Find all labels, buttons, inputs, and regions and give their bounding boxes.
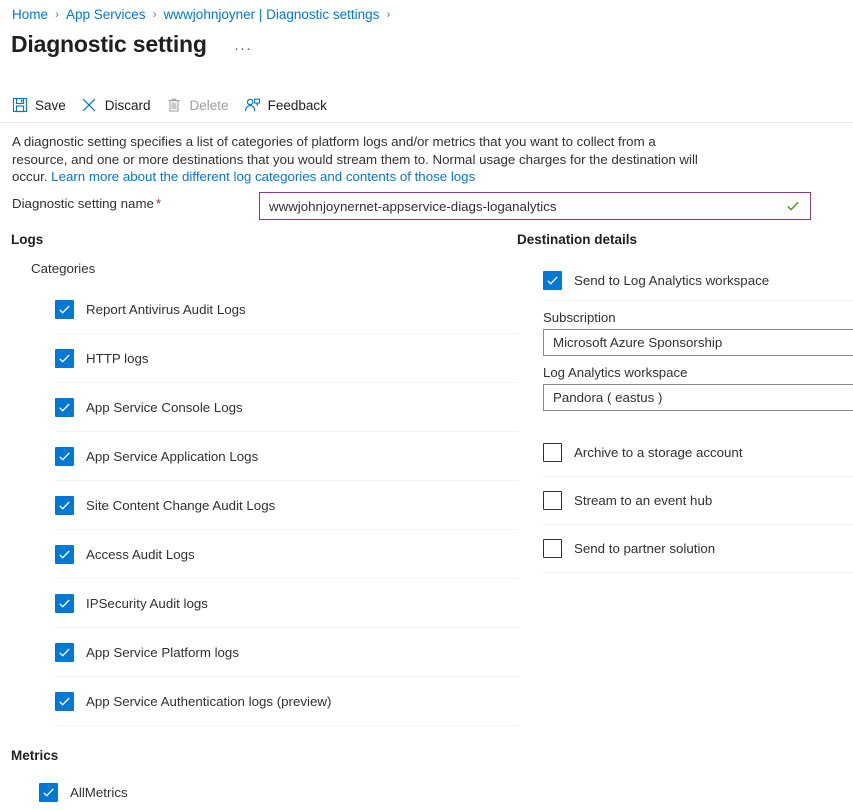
trash-icon bbox=[166, 97, 183, 114]
checkbox-row-ipsecurity-audit-logs[interactable]: IPSecurity Audit logs bbox=[55, 579, 519, 628]
checkbox-row-send-to-log-analytics[interactable]: Send to Log Analytics workspace bbox=[543, 261, 853, 301]
command-bar-divider bbox=[0, 122, 853, 123]
subscription-label: Subscription bbox=[543, 310, 853, 325]
destination-details-title: Destination details bbox=[517, 232, 853, 247]
delete-button: Delete bbox=[166, 92, 231, 118]
checkbox-row-site-content-change-audit-logs[interactable]: Site Content Change Audit Logs bbox=[55, 481, 519, 530]
checkbox-report-antivirus-audit-logs[interactable] bbox=[55, 300, 74, 319]
checkbox-archive-to-a-storage-account[interactable] bbox=[543, 443, 562, 462]
checkbox-row-allmetrics[interactable]: AllMetrics bbox=[39, 777, 519, 807]
logs-categories-label: Categories bbox=[31, 261, 511, 276]
breadcrumb-item-diagnostic-settings[interactable]: wwwjohnjoyner | Diagnostic settings bbox=[164, 7, 380, 22]
more-options-button[interactable]: ··· bbox=[230, 38, 256, 59]
name-label-text: Diagnostic setting name bbox=[12, 196, 154, 211]
spacer bbox=[517, 411, 853, 429]
destination-primary-list: Send to Log Analytics workspace bbox=[543, 261, 853, 301]
subscription-field: Subscription Microsoft Azure Sponsorship bbox=[543, 310, 853, 356]
checkbox-stream-to-an-event-hub[interactable] bbox=[543, 491, 562, 510]
checkbox-site-content-change-audit-logs[interactable] bbox=[55, 496, 74, 515]
checkbox-label-allmetrics: AllMetrics bbox=[70, 785, 128, 800]
checkbox-app-service-platform-logs[interactable] bbox=[55, 643, 74, 662]
close-x-icon bbox=[81, 97, 98, 114]
logs-panel: Logs Categories Report Antivirus Audit L… bbox=[11, 232, 511, 807]
learn-more-link[interactable]: Learn more about the different log categ… bbox=[51, 169, 475, 184]
metrics-section-title: Metrics bbox=[11, 748, 511, 763]
log-analytics-workspace-field: Log Analytics workspace Pandora ( eastus… bbox=[543, 365, 853, 411]
feedback-button[interactable]: Feedback bbox=[244, 92, 329, 118]
checkbox-label-report-antivirus-audit-logs: Report Antivirus Audit Logs bbox=[86, 302, 246, 317]
subscription-dropdown[interactable]: Microsoft Azure Sponsorship bbox=[543, 329, 853, 356]
checkbox-label-app-service-authentication-logs-preview: App Service Authentication logs (preview… bbox=[86, 694, 331, 709]
log-analytics-workspace-value: Pandora ( eastus ) bbox=[553, 390, 662, 405]
checkbox-label-app-service-application-logs: App Service Application Logs bbox=[86, 449, 258, 464]
checkmark-validation-icon bbox=[782, 199, 810, 213]
checkbox-send-to-log-analytics[interactable] bbox=[543, 271, 562, 290]
log-analytics-workspace-dropdown[interactable]: Pandora ( eastus ) bbox=[543, 384, 853, 411]
checkbox-ipsecurity-audit-logs[interactable] bbox=[55, 594, 74, 613]
breadcrumb: Home › App Services › wwwjohnjoyner | Di… bbox=[12, 4, 397, 24]
command-bar: Save Discard Delete Fee bbox=[11, 92, 342, 118]
checkbox-row-app-service-platform-logs[interactable]: App Service Platform logs bbox=[55, 628, 519, 677]
checkbox-label-stream-to-an-event-hub: Stream to an event hub bbox=[574, 493, 712, 508]
checkbox-row-access-audit-logs[interactable]: Access Audit Logs bbox=[55, 530, 519, 579]
breadcrumb-item-home[interactable]: Home bbox=[12, 7, 48, 22]
required-marker: * bbox=[156, 196, 161, 211]
checkbox-http-logs[interactable] bbox=[55, 349, 74, 368]
breadcrumb-chevron-icon: › bbox=[386, 7, 390, 21]
checkbox-label-ipsecurity-audit-logs: IPSecurity Audit logs bbox=[86, 596, 208, 611]
checkbox-label-app-service-platform-logs: App Service Platform logs bbox=[86, 645, 239, 660]
checkbox-send-to-partner-solution[interactable] bbox=[543, 539, 562, 558]
breadcrumb-chevron-icon: › bbox=[55, 7, 59, 21]
checkbox-label-app-service-console-logs: App Service Console Logs bbox=[86, 400, 243, 415]
checkbox-row-stream-to-an-event-hub[interactable]: Stream to an event hub bbox=[543, 477, 853, 525]
diagnostic-setting-name-row: Diagnostic setting name* bbox=[12, 192, 812, 220]
delete-button-label: Delete bbox=[190, 98, 229, 113]
checkbox-label-site-content-change-audit-logs: Site Content Change Audit Logs bbox=[86, 498, 275, 513]
destination-details-panel: Destination details Send to Log Analytic… bbox=[517, 232, 853, 573]
checkbox-row-http-logs[interactable]: HTTP logs bbox=[55, 334, 519, 383]
checkbox-app-service-console-logs[interactable] bbox=[55, 398, 74, 417]
metrics-list: AllMetrics bbox=[39, 777, 519, 807]
diagnostic-setting-name-input-wrapper bbox=[259, 192, 811, 220]
page-title: Diagnostic setting bbox=[11, 31, 207, 58]
checkbox-row-app-service-console-logs[interactable]: App Service Console Logs bbox=[55, 383, 519, 432]
checkbox-label-archive-to-a-storage-account: Archive to a storage account bbox=[574, 445, 743, 460]
checkbox-row-app-service-authentication-logs-preview[interactable]: App Service Authentication logs (preview… bbox=[55, 677, 519, 726]
checkbox-row-app-service-application-logs[interactable]: App Service Application Logs bbox=[55, 432, 519, 481]
feedback-button-label: Feedback bbox=[268, 98, 327, 113]
discard-button-label: Discard bbox=[105, 98, 151, 113]
log-analytics-workspace-label: Log Analytics workspace bbox=[543, 365, 853, 380]
breadcrumb-item-app-services[interactable]: App Services bbox=[66, 7, 146, 22]
diagnostic-setting-name-input[interactable] bbox=[260, 193, 782, 219]
checkbox-app-service-authentication-logs-preview[interactable] bbox=[55, 692, 74, 711]
checkbox-label-send-to-log-analytics: Send to Log Analytics workspace bbox=[574, 273, 769, 288]
description-text: A diagnostic setting specifies a list of… bbox=[12, 133, 712, 186]
checkbox-row-report-antivirus-audit-logs[interactable]: Report Antivirus Audit Logs bbox=[55, 285, 519, 334]
checkbox-label-http-logs: HTTP logs bbox=[86, 351, 149, 366]
checkbox-label-access-audit-logs: Access Audit Logs bbox=[86, 547, 195, 562]
checkbox-row-send-to-partner-solution[interactable]: Send to partner solution bbox=[543, 525, 853, 573]
logs-category-list: Report Antivirus Audit Logs HTTP logs App … bbox=[55, 285, 519, 726]
subscription-value: Microsoft Azure Sponsorship bbox=[553, 335, 722, 350]
save-icon bbox=[11, 97, 28, 114]
save-button-label: Save bbox=[35, 98, 66, 113]
logs-section-title: Logs bbox=[11, 232, 511, 247]
person-feedback-icon bbox=[244, 97, 261, 114]
breadcrumb-chevron-icon: › bbox=[153, 7, 157, 21]
diagnostic-setting-name-label: Diagnostic setting name* bbox=[12, 196, 161, 211]
checkbox-allmetrics[interactable] bbox=[39, 783, 58, 802]
save-button[interactable]: Save bbox=[11, 92, 68, 118]
checkbox-row-archive-to-a-storage-account[interactable]: Archive to a storage account bbox=[543, 429, 853, 477]
discard-button[interactable]: Discard bbox=[81, 92, 153, 118]
destination-options-list: Archive to a storage account Stream to an… bbox=[543, 429, 853, 573]
checkbox-label-send-to-partner-solution: Send to partner solution bbox=[574, 541, 715, 556]
checkbox-app-service-application-logs[interactable] bbox=[55, 447, 74, 466]
checkbox-access-audit-logs[interactable] bbox=[55, 545, 74, 564]
